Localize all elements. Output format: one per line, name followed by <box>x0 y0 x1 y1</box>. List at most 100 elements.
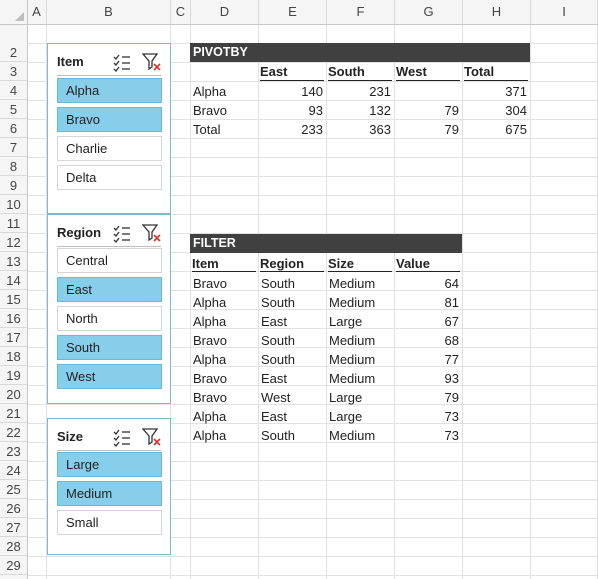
filter-cell[interactable]: East <box>261 312 287 331</box>
slicer-item-alpha[interactable]: Alpha <box>57 78 162 103</box>
filter-cell[interactable]: 73 <box>394 426 459 445</box>
clear-filter-icon[interactable] <box>142 223 162 243</box>
slicer-item-medium[interactable]: Medium <box>57 481 162 506</box>
filter-cell[interactable]: South <box>261 426 295 445</box>
filter-cell[interactable]: Large <box>329 312 362 331</box>
row-header[interactable]: 10 <box>0 195 27 214</box>
filter-cell[interactable]: Alpha <box>193 293 226 312</box>
filter-cell[interactable]: South <box>261 331 295 350</box>
slicer-item-north[interactable]: North <box>57 306 162 331</box>
filter-cell[interactable]: Alpha <box>193 350 226 369</box>
column-header-h[interactable]: H <box>463 0 531 24</box>
column-header-c[interactable]: C <box>171 0 191 24</box>
row-header[interactable]: 7 <box>0 138 27 157</box>
pivot-value-cell[interactable]: 371 <box>462 82 527 101</box>
pivot-value-cell[interactable]: 233 <box>258 120 323 139</box>
pivot-header-cell[interactable]: Total <box>464 62 526 81</box>
filter-cell[interactable]: West <box>261 388 290 407</box>
pivot-header-cell[interactable]: South <box>328 62 390 81</box>
filter-cell[interactable]: 81 <box>394 293 459 312</box>
pivot-header-cell[interactable]: East <box>260 62 322 81</box>
filter-cell[interactable]: Medium <box>329 331 375 350</box>
column-header-a[interactable]: A <box>27 0 47 24</box>
slicer-item-bravo[interactable]: Bravo <box>57 107 162 132</box>
pivot-value-cell[interactable]: 363 <box>326 120 391 139</box>
slicer-item-central[interactable]: Central <box>57 248 162 273</box>
filter-cell[interactable]: 68 <box>394 331 459 350</box>
pivot-row-label[interactable]: Bravo <box>193 101 255 120</box>
filter-cell[interactable]: Bravo <box>193 388 227 407</box>
filter-cell[interactable]: Alpha <box>193 407 226 426</box>
pivot-header-cell[interactable]: West <box>396 62 458 81</box>
column-header-b[interactable]: B <box>47 0 171 24</box>
clear-filter-icon[interactable] <box>142 52 162 72</box>
filter-cell[interactable]: South <box>261 293 295 312</box>
pivot-value-cell[interactable]: 140 <box>258 82 323 101</box>
filter-cell[interactable]: 93 <box>394 369 459 388</box>
filter-cell[interactable]: Large <box>329 388 362 407</box>
column-header-e[interactable]: E <box>259 0 327 24</box>
filter-cell[interactable]: 79 <box>394 388 459 407</box>
pivot-value-cell[interactable]: 79 <box>394 101 459 120</box>
slicer-item-delta[interactable]: Delta <box>57 165 162 190</box>
multi-select-icon[interactable] <box>112 223 132 243</box>
row-header[interactable]: 24 <box>0 461 27 480</box>
filter-cell[interactable]: South <box>261 274 295 293</box>
row-header[interactable]: 21 <box>0 404 27 423</box>
pivot-value-cell[interactable]: 231 <box>326 82 391 101</box>
row-header[interactable]: 3 <box>0 62 27 81</box>
filter-cell[interactable]: 77 <box>394 350 459 369</box>
slicer-item-west[interactable]: West <box>57 364 162 389</box>
row-header[interactable]: 23 <box>0 442 27 461</box>
filter-cell[interactable]: East <box>261 407 287 426</box>
row-header[interactable]: 22 <box>0 423 27 442</box>
pivot-value-cell[interactable]: 79 <box>394 120 459 139</box>
pivot-value-cell[interactable]: 132 <box>326 101 391 120</box>
row-header[interactable]: 28 <box>0 537 27 556</box>
pivot-value-cell[interactable] <box>394 82 459 101</box>
filter-cell[interactable]: 67 <box>394 312 459 331</box>
row-header[interactable]: 20 <box>0 385 27 404</box>
slicer-item-charlie[interactable]: Charlie <box>57 136 162 161</box>
filter-cell[interactable]: Medium <box>329 369 375 388</box>
row-header[interactable]: 26 <box>0 499 27 518</box>
pivot-value-cell[interactable]: 304 <box>462 101 527 120</box>
filter-cell[interactable]: Medium <box>329 426 375 445</box>
slicer-item-south[interactable]: South <box>57 335 162 360</box>
slicer-item-large[interactable]: Large <box>57 452 162 477</box>
column-header-d[interactable]: D <box>191 0 259 24</box>
row-header[interactable]: 13 <box>0 252 27 271</box>
row-header[interactable]: 19 <box>0 366 27 385</box>
filter-cell[interactable]: Bravo <box>193 369 227 388</box>
row-header[interactable]: 5 <box>0 100 27 119</box>
row-header[interactable]: 8 <box>0 157 27 176</box>
row-header[interactable]: 6 <box>0 119 27 138</box>
row-header[interactable]: 17 <box>0 328 27 347</box>
row-header[interactable]: 4 <box>0 81 27 100</box>
filter-cell[interactable]: Large <box>329 407 362 426</box>
filter-cell[interactable]: East <box>261 369 287 388</box>
row-header[interactable]: 27 <box>0 518 27 537</box>
row-header[interactable]: 14 <box>0 271 27 290</box>
filter-cell[interactable]: South <box>261 350 295 369</box>
column-header-f[interactable]: F <box>327 0 395 24</box>
row-header[interactable]: 2 <box>0 43 27 62</box>
pivot-value-cell[interactable]: 675 <box>462 120 527 139</box>
row-header[interactable]: 25 <box>0 480 27 499</box>
filter-cell[interactable]: Bravo <box>193 331 227 350</box>
spreadsheet-grid[interactable]: A B C D E F G H I 2 3 4 5 6 7 8 9 10 11 … <box>0 0 598 579</box>
filter-cell[interactable]: Alpha <box>193 426 226 445</box>
slicer-item-small[interactable]: Small <box>57 510 162 535</box>
row-header[interactable]: 9 <box>0 176 27 195</box>
multi-select-icon[interactable] <box>112 52 132 72</box>
multi-select-icon[interactable] <box>112 427 132 447</box>
clear-filter-icon[interactable] <box>142 427 162 447</box>
slicer-item-east[interactable]: East <box>57 277 162 302</box>
filter-cell[interactable]: Bravo <box>193 274 227 293</box>
filter-cell[interactable]: 64 <box>394 274 459 293</box>
row-header[interactable]: 29 <box>0 556 27 575</box>
pivot-row-label[interactable]: Total <box>193 120 255 139</box>
column-header-i[interactable]: I <box>531 0 598 24</box>
row-header[interactable]: 16 <box>0 309 27 328</box>
select-all-corner[interactable] <box>0 0 28 25</box>
